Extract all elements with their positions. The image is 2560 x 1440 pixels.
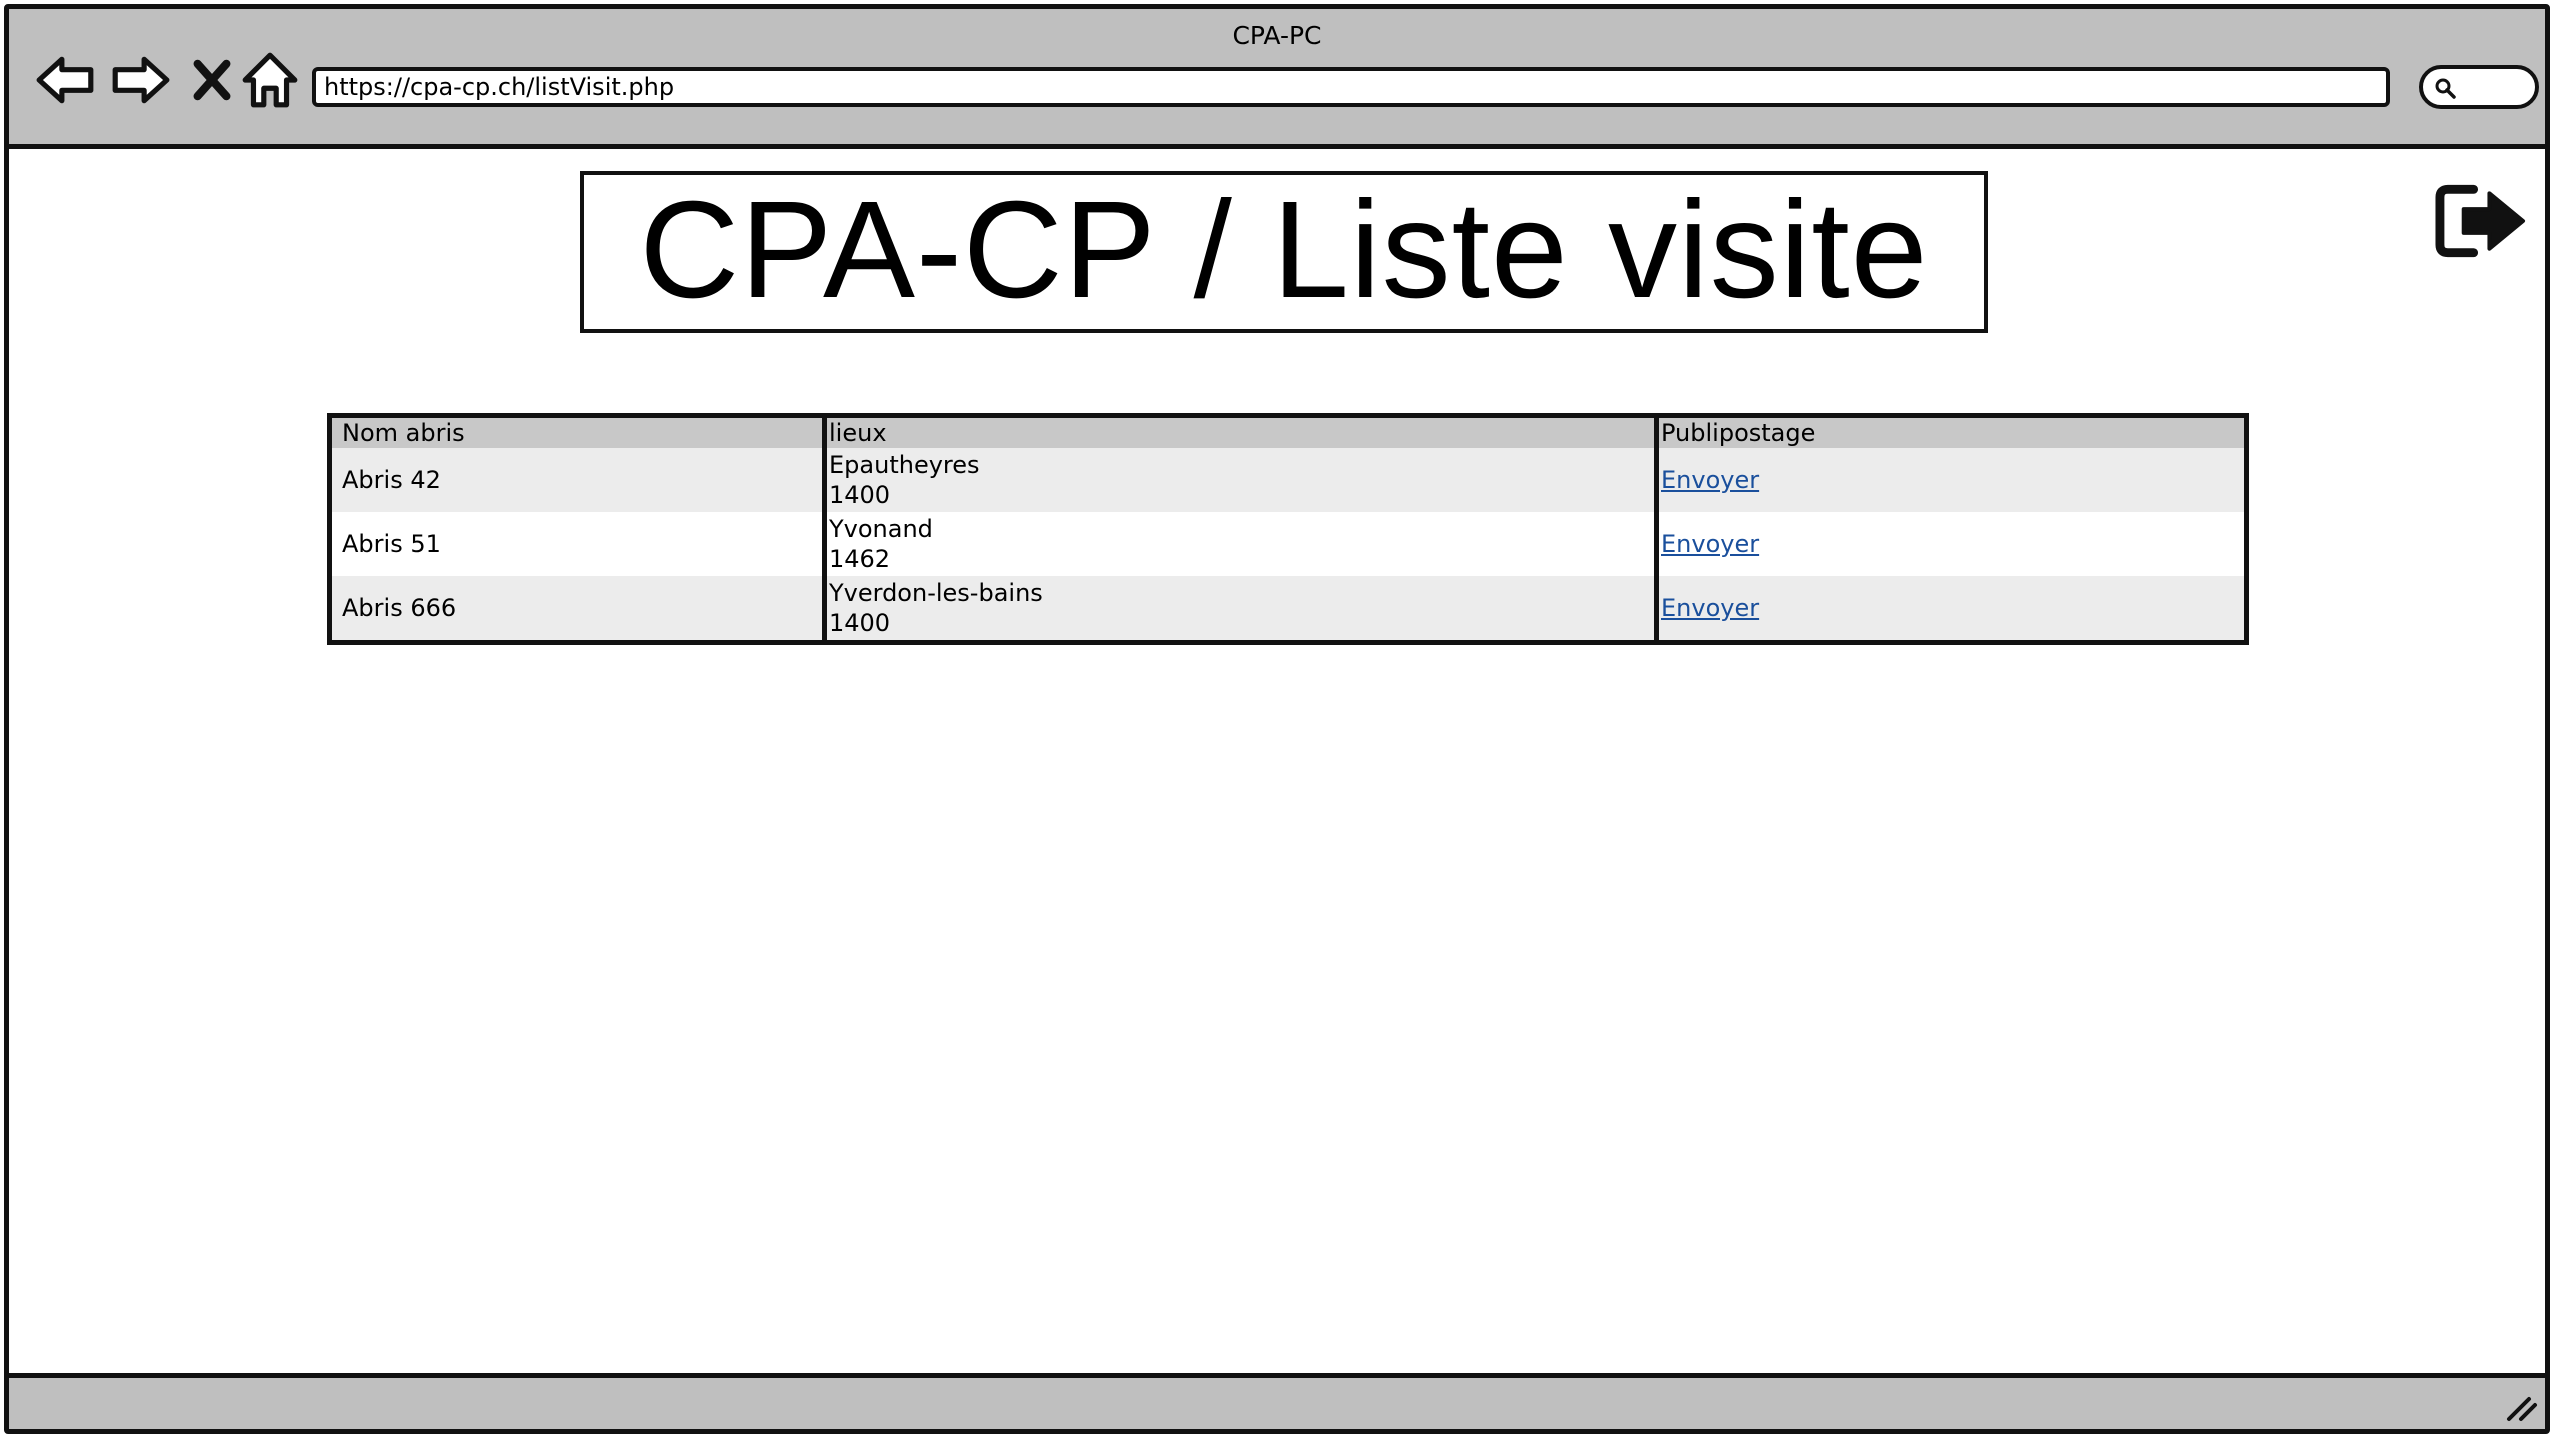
mailing-cell: Envoyer: [1656, 576, 2247, 643]
send-link[interactable]: Envoyer: [1661, 466, 1759, 494]
window-title: CPA-PC: [1232, 21, 1322, 50]
shelter-location: Yverdon-les-bains 1400: [824, 576, 1659, 643]
page-title-box: CPA-CP / Liste visite: [580, 171, 1988, 333]
location-postcode: 1400: [829, 481, 891, 509]
url-input[interactable]: https://cpa-cp.ch/listVisit.php: [312, 67, 2390, 107]
shelter-location: Epautheyres 1400: [824, 448, 1659, 512]
table-row: Abris 51 Yvonand 1462 Envoyer: [329, 512, 2247, 576]
search-icon: [2435, 78, 2456, 99]
send-link[interactable]: Envoyer: [1661, 594, 1759, 622]
logout-icon[interactable]: [2434, 181, 2529, 261]
mailing-cell: Envoyer: [1656, 512, 2247, 576]
table-header-row: Nom abris lieux Publipostage: [329, 415, 2247, 448]
close-x-icon[interactable]: [185, 49, 239, 111]
forward-arrow-icon[interactable]: [109, 49, 171, 111]
location-place: Yvonand: [829, 515, 933, 543]
location-postcode: 1462: [829, 545, 891, 573]
page-title: CPA-CP / Liste visite: [639, 173, 1929, 327]
search-field[interactable]: [2419, 65, 2539, 109]
shelter-location: Yvonand 1462: [824, 512, 1659, 576]
send-link[interactable]: Envoyer: [1661, 530, 1759, 558]
column-header-name: Nom abris: [329, 415, 827, 448]
shelter-name: Abris 51: [329, 512, 827, 576]
location-place: Yverdon-les-bains: [829, 579, 1043, 607]
table-row: Abris 42 Epautheyres 1400 Envoyer: [329, 448, 2247, 512]
location-place: Epautheyres: [829, 451, 980, 479]
shelter-name: Abris 42: [329, 448, 827, 512]
table-row: Abris 666 Yverdon-les-bains 1400 Envoyer: [329, 576, 2247, 643]
location-postcode: 1400: [829, 609, 891, 637]
browser-window: CPA-PC https://cpa-cp.ch/listVisit.php C…: [4, 4, 2550, 1434]
visits-table: Nom abris lieux Publipostage Abris 42 Ep…: [327, 413, 2249, 645]
column-header-mailing: Publipostage: [1656, 415, 2247, 448]
back-arrow-icon[interactable]: [35, 49, 97, 111]
home-icon[interactable]: [239, 49, 301, 111]
resize-grip-icon[interactable]: [2503, 1393, 2539, 1423]
browser-toolbar: CPA-PC https://cpa-cp.ch/listVisit.php: [9, 9, 2545, 149]
shelter-name: Abris 666: [329, 576, 827, 643]
mailing-cell: Envoyer: [1656, 448, 2247, 512]
status-bar: [9, 1373, 2545, 1429]
column-header-place: lieux: [824, 415, 1659, 448]
